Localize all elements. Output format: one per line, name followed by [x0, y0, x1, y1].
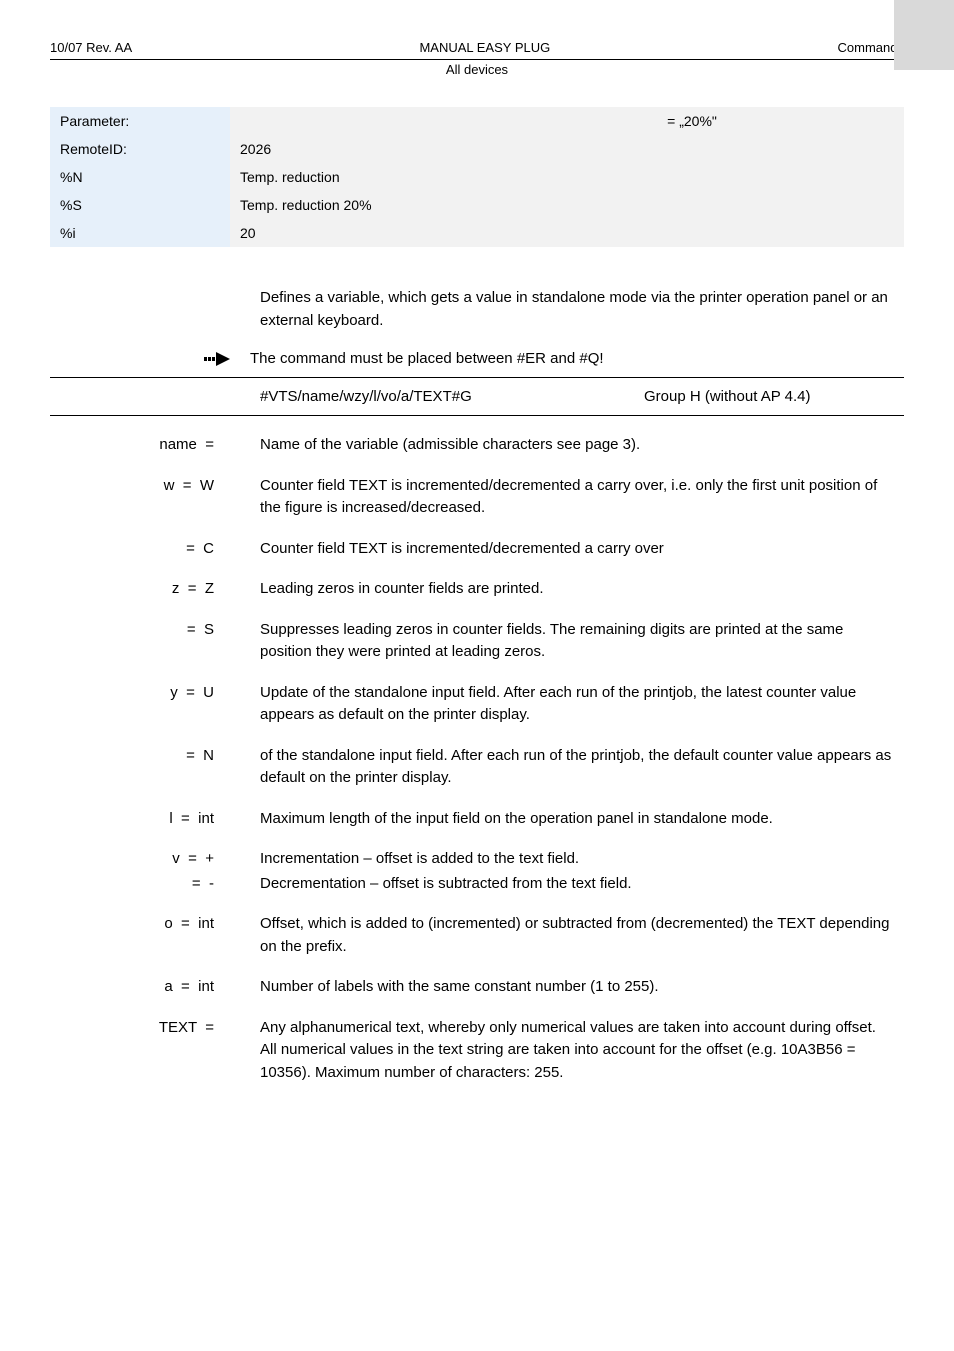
definition-row: v = + Incrementation – offset is added t… [50, 848, 904, 871]
table-row: %N Temp. reduction [50, 163, 904, 191]
param-value: Temp. reduction [230, 163, 904, 191]
definition-key: = C [50, 538, 260, 561]
intro-paragraph: Defines a variable, which gets a value i… [260, 287, 904, 332]
command-syntax: #VTS/name/wzy/l/vo/a/TEXT#G [260, 388, 644, 405]
param-label: %i [50, 219, 230, 247]
header-sub: All devices [50, 62, 904, 77]
arrow-note-text: The command must be placed between #ER a… [250, 350, 604, 367]
arrow-note-row: The command must be placed between #ER a… [200, 350, 904, 367]
definition-row: = N of the standalone input field. After… [50, 745, 904, 790]
definition-value: Number of labels with the same constant … [260, 976, 904, 999]
definition-value: Update of the standalone input field. Af… [260, 682, 904, 727]
definition-key: v = + [50, 848, 260, 871]
arrow-right-icon [200, 352, 230, 366]
param-label: %S [50, 191, 230, 219]
definition-key: TEXT = [50, 1017, 260, 1085]
command-group: Group H (without AP 4.4) [644, 388, 904, 405]
definition-value: Offset, which is added to (incremented) … [260, 913, 904, 958]
param-label: %N [50, 163, 230, 191]
definition-row: = C Counter field TEXT is incremented/de… [50, 538, 904, 561]
definition-key: name = [50, 434, 260, 457]
definition-value: of the standalone input field. After eac… [260, 745, 904, 790]
definition-key: = - [50, 873, 260, 896]
param-label: RemoteID: [50, 135, 230, 163]
definition-row: y = U Update of the standalone input fie… [50, 682, 904, 727]
parameter-table: Parameter: = „20%" RemoteID: 2026 %N Tem… [50, 107, 904, 247]
definition-value: Incrementation – offset is added to the … [260, 848, 904, 871]
header-rule [50, 59, 904, 60]
definition-row: = S Suppresses leading zeros in counter … [50, 619, 904, 664]
definition-value: Name of the variable (admissible charact… [260, 434, 904, 457]
table-row: %S Temp. reduction 20% [50, 191, 904, 219]
divider [50, 377, 904, 378]
definition-row: a = int Number of labels with the same c… [50, 976, 904, 999]
command-line: #VTS/name/wzy/l/vo/a/TEXT#G Group H (wit… [50, 384, 904, 409]
definition-key: y = U [50, 682, 260, 727]
param-value: 20 [230, 219, 904, 247]
table-row: RemoteID: 2026 [50, 135, 904, 163]
definition-key: z = Z [50, 578, 260, 601]
param-label: Parameter: [50, 107, 230, 135]
definition-row: z = Z Leading zeros in counter fields ar… [50, 578, 904, 601]
definition-key: w = W [50, 475, 260, 520]
definition-value: Decrementation – offset is subtracted fr… [260, 873, 904, 896]
definition-value: Suppresses leading zeros in counter fiel… [260, 619, 904, 664]
definition-row: = - Decrementation – offset is subtracte… [50, 873, 904, 896]
definition-row: TEXT = Any alphanumerical text, whereby … [50, 1017, 904, 1085]
table-row: %i 20 [50, 219, 904, 247]
definition-key: = N [50, 745, 260, 790]
header-left: 10/07 Rev. AA [50, 40, 132, 55]
definition-value: Any alphanumerical text, whereby only nu… [260, 1017, 904, 1085]
param-value: Temp. reduction 20% [230, 191, 904, 219]
definition-row: w = W Counter field TEXT is incremented/… [50, 475, 904, 520]
param-value: = „20%" [230, 107, 904, 135]
definition-value: Counter field TEXT is incremented/decrem… [260, 475, 904, 520]
definition-key: = S [50, 619, 260, 664]
definition-row: name = Name of the variable (admissible … [50, 434, 904, 457]
param-value: 2026 [230, 135, 904, 163]
table-row: Parameter: = „20%" [50, 107, 904, 135]
definition-row: o = int Offset, which is added to (incre… [50, 913, 904, 958]
definition-value: Leading zeros in counter fields are prin… [260, 578, 904, 601]
definition-row: l = int Maximum length of the input fiel… [50, 808, 904, 831]
divider [50, 415, 904, 416]
definition-key: o = int [50, 913, 260, 958]
header-center: MANUAL EASY PLUG [132, 40, 837, 55]
definition-key: l = int [50, 808, 260, 831]
definition-key: a = int [50, 976, 260, 999]
page-header: 10/07 Rev. AA MANUAL EASY PLUG Commands [50, 40, 904, 55]
definition-value: Maximum length of the input field on the… [260, 808, 904, 831]
definition-value: Counter field TEXT is incremented/decrem… [260, 538, 904, 561]
corner-accent [894, 0, 954, 70]
